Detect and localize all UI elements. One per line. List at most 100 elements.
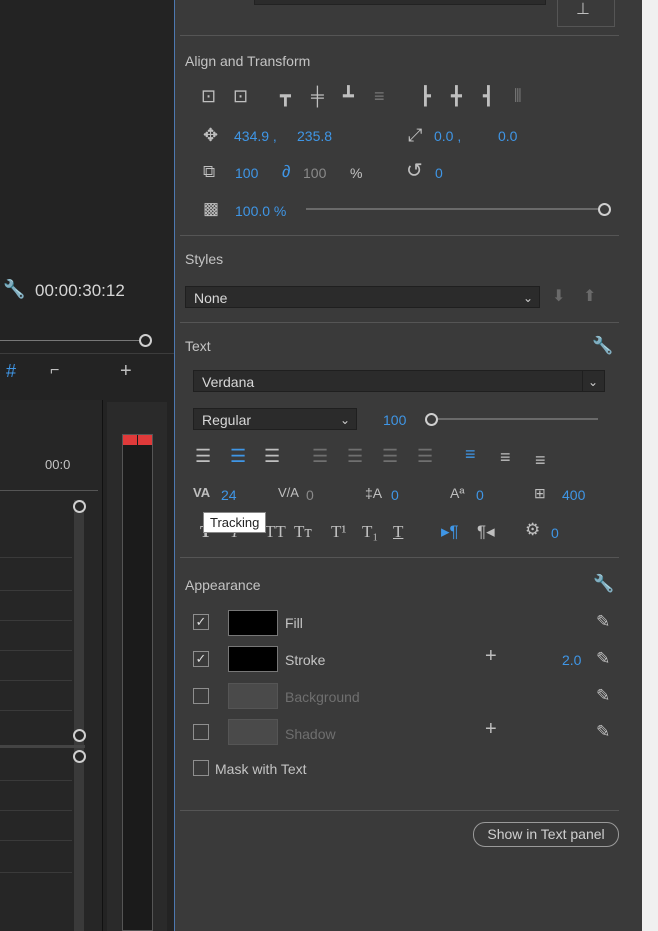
align-middle-icon[interactable]: ╪ bbox=[311, 87, 324, 105]
scroll-handle-bottom[interactable] bbox=[73, 729, 86, 742]
baseline-shift-icon: Aª bbox=[450, 485, 465, 501]
scroll-handle-2[interactable] bbox=[73, 750, 86, 763]
time-ruler[interactable] bbox=[0, 330, 145, 341]
eyedropper-icon[interactable]: ✎ bbox=[596, 613, 610, 630]
scale-value[interactable]: 100 bbox=[235, 165, 258, 181]
background-checkbox[interactable] bbox=[193, 688, 209, 704]
align-vertical-center-icon[interactable]: ⊡ bbox=[201, 87, 216, 105]
rtl-text-icon[interactable]: ¶◂ bbox=[477, 523, 495, 540]
align-top-text-icon[interactable]: ≡ bbox=[465, 445, 476, 463]
track-row[interactable] bbox=[0, 680, 72, 681]
font-style-dropdown[interactable]: Regular ⌄ bbox=[193, 408, 357, 430]
font-value: Verdana bbox=[202, 374, 255, 390]
sync-from-style-icon[interactable]: ⬆ bbox=[583, 289, 596, 305]
font-size-slider[interactable] bbox=[432, 418, 598, 420]
align-left-icon[interactable]: ┣ bbox=[420, 87, 431, 105]
opacity-slider[interactable] bbox=[306, 208, 600, 210]
underline-icon[interactable]: T bbox=[393, 523, 403, 540]
track-row[interactable] bbox=[0, 590, 72, 591]
anchor-y[interactable]: 0.0 bbox=[498, 128, 517, 144]
stroke-checkbox[interactable]: ✓ bbox=[193, 651, 209, 667]
align-bottom-text-icon[interactable]: ≡ bbox=[535, 451, 546, 469]
zoom-handle[interactable] bbox=[139, 334, 152, 347]
small-caps-icon[interactable]: Tᴛ bbox=[294, 523, 312, 540]
add-stroke-icon[interactable]: + bbox=[485, 646, 497, 666]
distribute-horizontal-icon[interactable]: ⫴ bbox=[514, 87, 522, 105]
link-icon[interactable]: ∂ bbox=[282, 163, 290, 180]
anchor-x[interactable]: 0.0 , bbox=[434, 128, 461, 144]
fill-color-swatch[interactable] bbox=[228, 610, 278, 636]
snap-icon[interactable]: # bbox=[6, 362, 16, 380]
linked-selection-icon[interactable]: ⌐ bbox=[50, 363, 59, 379]
font-size-slider-knob[interactable] bbox=[425, 413, 438, 426]
all-caps-icon[interactable]: TT bbox=[265, 523, 286, 540]
leading-value[interactable]: 0 bbox=[391, 487, 399, 503]
align-right-icon[interactable]: ┫ bbox=[483, 87, 494, 105]
mask-with-text-checkbox[interactable] bbox=[193, 760, 209, 776]
scroll-handle-top[interactable] bbox=[73, 500, 86, 513]
tracking-value[interactable]: 24 bbox=[221, 487, 237, 503]
show-in-text-panel-button[interactable]: Show in Text panel bbox=[473, 822, 619, 847]
eyedropper-icon[interactable]: ✎ bbox=[596, 687, 610, 704]
responsive-icon[interactable]: ⊥ bbox=[576, 2, 590, 18]
wrench-icon[interactable]: 🔧 bbox=[3, 280, 25, 298]
track-row[interactable] bbox=[0, 650, 72, 651]
track-row[interactable] bbox=[0, 872, 72, 873]
opacity-value[interactable]: 100.0 % bbox=[235, 203, 286, 219]
align-text-center-icon[interactable]: ☰ bbox=[230, 447, 246, 465]
font-size-value[interactable]: 100 bbox=[383, 412, 406, 428]
track-row[interactable] bbox=[0, 620, 72, 621]
ltr-text-icon[interactable]: ▸¶ bbox=[441, 523, 459, 540]
position-y[interactable]: 235.8 bbox=[297, 128, 332, 144]
justify-last-left-icon[interactable]: ☰ bbox=[312, 447, 328, 465]
subscript-icon[interactable]: T₁ bbox=[362, 523, 378, 540]
styles-value: None bbox=[194, 290, 228, 306]
justify-last-right-icon[interactable]: ☰ bbox=[382, 447, 398, 465]
align-text-right-icon[interactable]: ☰ bbox=[264, 447, 280, 465]
justify-last-center-icon[interactable]: ☰ bbox=[347, 447, 363, 465]
stroke-width-value[interactable]: 2.0 bbox=[562, 652, 581, 668]
fill-checkbox[interactable]: ✓ bbox=[193, 614, 209, 630]
stroke-color-swatch[interactable] bbox=[228, 646, 278, 672]
shadow-checkbox[interactable] bbox=[193, 724, 209, 740]
align-bottom-icon[interactable]: ┻ bbox=[343, 87, 354, 105]
timecode[interactable]: 00:00:30:12 bbox=[35, 281, 125, 301]
mask-with-text-label[interactable]: Mask with Text bbox=[215, 761, 307, 777]
track-row[interactable] bbox=[0, 780, 72, 781]
justify-all-icon[interactable]: ☰ bbox=[417, 447, 433, 465]
align-horizontal-center-icon[interactable]: ⊡ bbox=[233, 87, 248, 105]
tsume-value[interactable]: 400 bbox=[562, 487, 585, 503]
track-scrollbar[interactable] bbox=[74, 500, 84, 931]
kerning-value[interactable]: 0 bbox=[306, 487, 314, 503]
position-x[interactable]: 434.9 , bbox=[234, 128, 277, 144]
tab-width-value[interactable]: 0 bbox=[551, 525, 559, 541]
top-field[interactable] bbox=[254, 0, 546, 5]
shadow-color-swatch[interactable] bbox=[228, 719, 278, 745]
opacity-slider-knob[interactable] bbox=[598, 203, 611, 216]
eyedropper-icon[interactable]: ✎ bbox=[596, 723, 610, 740]
add-marker-icon[interactable]: + bbox=[120, 361, 132, 381]
align-center-text-icon[interactable]: ≡ bbox=[500, 448, 511, 466]
background-color-swatch[interactable] bbox=[228, 683, 278, 709]
superscript-icon[interactable]: T¹ bbox=[331, 523, 346, 540]
scale-linked-value[interactable]: 100 bbox=[303, 165, 326, 181]
track-row[interactable] bbox=[0, 840, 72, 841]
baseline-value[interactable]: 0 bbox=[476, 487, 484, 503]
align-top-icon[interactable]: ┳ bbox=[280, 87, 291, 105]
track-row[interactable] bbox=[0, 810, 72, 811]
distribute-vertical-icon[interactable]: ≡ bbox=[374, 87, 385, 105]
font-dropdown[interactable]: Verdana ⌄ bbox=[193, 370, 605, 392]
wrench-icon[interactable]: 🔧 bbox=[592, 337, 613, 354]
font-dropdown-divider bbox=[582, 371, 583, 391]
track-divider[interactable] bbox=[0, 745, 85, 748]
add-shadow-icon[interactable]: + bbox=[485, 719, 497, 739]
track-row[interactable] bbox=[0, 710, 72, 711]
styles-dropdown[interactable]: None ⌄ bbox=[185, 286, 540, 308]
eyedropper-icon[interactable]: ✎ bbox=[596, 650, 610, 667]
track-row[interactable] bbox=[0, 557, 72, 558]
rotation-value[interactable]: 0 bbox=[435, 165, 443, 181]
align-center-icon[interactable]: ╋ bbox=[451, 87, 462, 105]
align-text-left-icon[interactable]: ☰ bbox=[195, 447, 211, 465]
wrench-icon[interactable]: 🔧 bbox=[593, 575, 614, 592]
push-to-style-icon[interactable]: ⬇ bbox=[552, 289, 565, 305]
